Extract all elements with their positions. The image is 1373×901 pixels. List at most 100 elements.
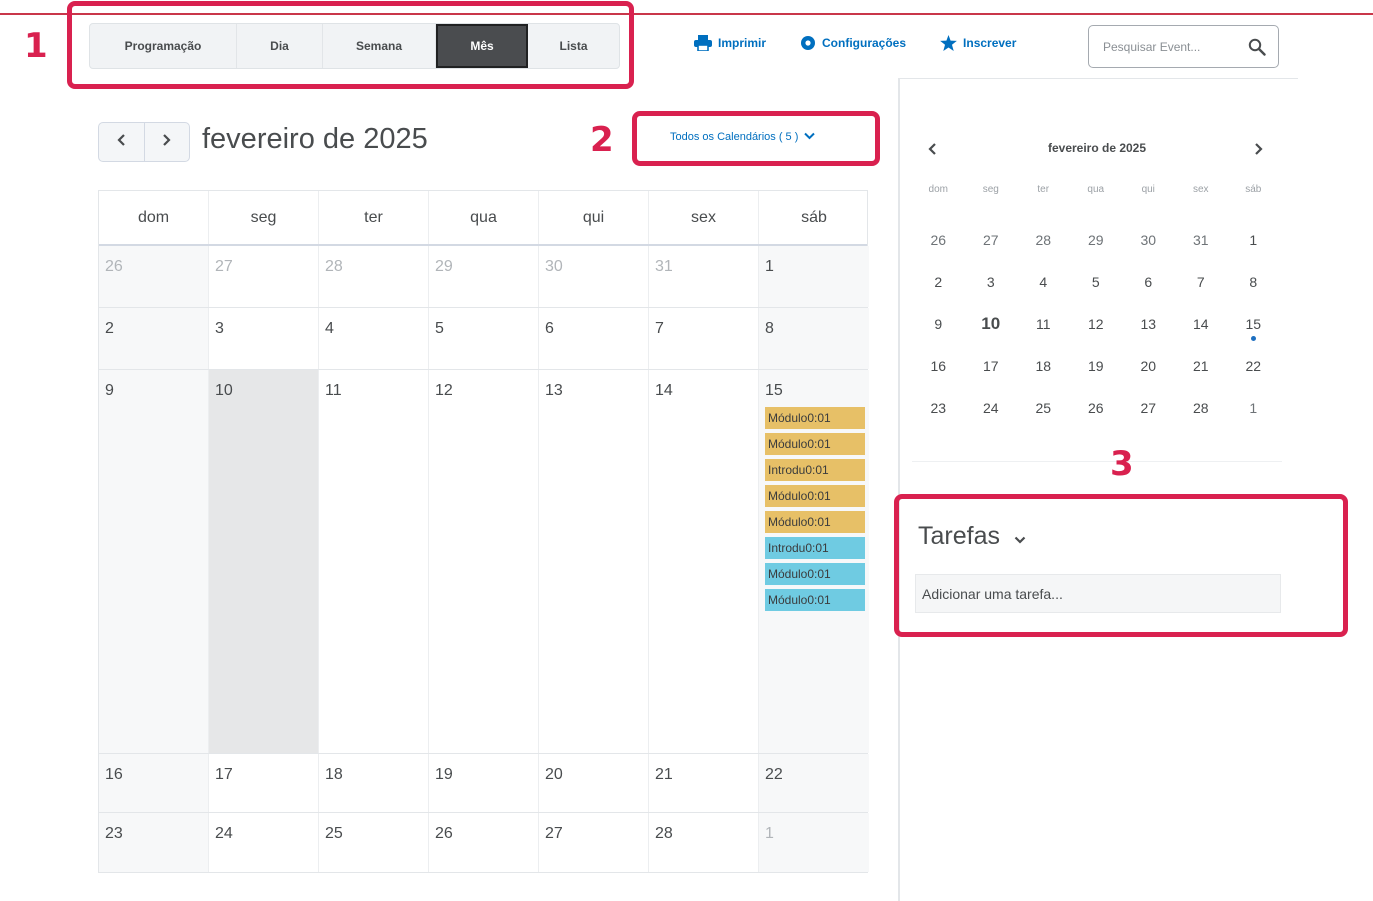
mini-day[interactable]: 26 [1070,400,1123,442]
subscribe-button[interactable]: Inscrever [940,35,1016,51]
day-cell[interactable]: 28 [649,813,759,872]
mini-day[interactable]: 6 [1122,274,1175,316]
day-cell[interactable]: 7 [649,308,759,369]
mini-day[interactable]: 28 [1175,400,1228,442]
mini-next-icon[interactable] [1254,142,1263,160]
day-number: 17 [215,766,233,783]
week-row: 26 27 28 29 30 31 1 [99,246,869,308]
mini-day[interactable]: 23 [912,400,965,442]
mini-day-number: 19 [1087,358,1104,374]
day-cell[interactable]: 15 Módulo0:01 Módulo0:01 Introdu0:01 Módulo0… [759,370,869,753]
day-cell[interactable]: 27 [209,246,319,307]
next-month-button[interactable] [143,123,189,161]
day-cell[interactable]: 31 [649,246,759,307]
mini-day[interactable]: 1 [1227,400,1280,442]
search-input[interactable] [1103,39,1239,54]
day-cell[interactable]: 23 [99,813,209,872]
day-cell[interactable]: 28 [319,246,429,307]
mini-day[interactable]: 27 [965,232,1018,274]
mini-day[interactable]: 20 [1122,358,1175,400]
calendar-event[interactable]: Módulo0:01 [765,589,865,611]
prev-month-button[interactable] [99,123,144,161]
mini-day[interactable]: 7 [1175,274,1228,316]
day-cell[interactable]: 26 [429,813,539,872]
mini-day-number: 27 [1140,400,1157,416]
mini-day[interactable]: 28 [1017,232,1070,274]
mini-day[interactable]: 30 [1122,232,1175,274]
mini-day[interactable]: 25 [1017,400,1070,442]
day-cell[interactable]: 1 [759,246,869,307]
day-cell[interactable]: 24 [209,813,319,872]
day-cell[interactable]: 10 [209,370,319,753]
print-button[interactable]: Imprimir [694,35,766,51]
day-cell[interactable]: 21 [649,754,759,812]
day-cell[interactable]: 12 [429,370,539,753]
mini-day[interactable]: 26 [912,232,965,274]
settings-button[interactable]: Configurações [800,35,906,51]
day-cell[interactable]: 11 [319,370,429,753]
mini-day[interactable]: 4 [1017,274,1070,316]
day-cell[interactable]: 27 [539,813,649,872]
mini-day[interactable]: 8 [1227,274,1280,316]
day-cell[interactable]: 20 [539,754,649,812]
calendar-event[interactable]: Introdu0:01 [765,459,865,481]
calendar-event[interactable]: Introdu0:01 [765,537,865,559]
mini-day[interactable]: 15 [1227,316,1280,358]
day-cell[interactable]: 25 [319,813,429,872]
mini-day-number: 1 [1249,232,1258,248]
calendar-event[interactable]: Módulo0:01 [765,511,865,533]
mini-day[interactable]: 17 [965,358,1018,400]
day-cell[interactable]: 19 [429,754,539,812]
calendar-event[interactable]: Módulo0:01 [765,485,865,507]
mini-day[interactable]: 16 [912,358,965,400]
day-cell[interactable]: 14 [649,370,759,753]
day-number: 4 [325,320,334,337]
mini-day[interactable]: 27 [1122,400,1175,442]
day-cell[interactable]: 17 [209,754,319,812]
day-cell[interactable]: 29 [429,246,539,307]
day-cell[interactable]: 22 [759,754,869,812]
mini-day[interactable]: 11 [1017,316,1070,358]
calendar-event[interactable]: Módulo0:01 [765,433,865,455]
month-grid: dom seg ter qua qui sex sáb 26 27 28 29 30 31 1 2 3 4 5 6… [98,190,869,873]
day-cell[interactable]: 18 [319,754,429,812]
day-cell[interactable]: 9 [99,370,209,753]
mini-day[interactable]: 5 [1070,274,1123,316]
mini-day[interactable]: 3 [965,274,1018,316]
mini-day[interactable]: 22 [1227,358,1280,400]
mini-day[interactable]: 10 [965,314,1018,356]
mini-day-number: 29 [1087,232,1104,248]
mini-day[interactable]: 12 [1070,316,1123,358]
day-cell[interactable]: 2 [99,308,209,369]
mini-day[interactable]: 14 [1175,316,1228,358]
day-cell[interactable]: 13 [539,370,649,753]
event-search [1088,25,1279,68]
mini-day[interactable]: 2 [912,274,965,316]
mini-day[interactable]: 19 [1070,358,1123,400]
mini-day[interactable]: 24 [965,400,1018,442]
mini-day[interactable]: 29 [1070,232,1123,274]
mini-day[interactable]: 21 [1175,358,1228,400]
day-cell[interactable]: 3 [209,308,319,369]
day-cell[interactable]: 4 [319,308,429,369]
day-cell[interactable]: 5 [429,308,539,369]
calendar-event[interactable]: Módulo0:01 [765,407,865,429]
mini-day[interactable]: 13 [1122,316,1175,358]
mini-day-number: 24 [982,400,999,416]
day-cell[interactable]: 8 [759,308,869,369]
mini-day[interactable]: 18 [1017,358,1070,400]
calendar-event[interactable]: Módulo0:01 [765,563,865,585]
mini-prev-icon[interactable] [928,142,937,160]
day-cell[interactable]: 6 [539,308,649,369]
day-cell[interactable]: 16 [99,754,209,812]
mini-day[interactable]: 1 [1227,232,1280,274]
mini-day[interactable]: 31 [1175,232,1228,274]
search-icon[interactable] [1248,38,1266,61]
mini-day-number: 28 [1035,232,1052,248]
mini-day-number: 2 [934,274,943,290]
day-cell[interactable]: 26 [99,246,209,307]
weekday-label: sex [649,191,759,244]
day-cell[interactable]: 30 [539,246,649,307]
mini-day[interactable]: 9 [912,316,965,358]
day-cell[interactable]: 1 [759,813,869,872]
